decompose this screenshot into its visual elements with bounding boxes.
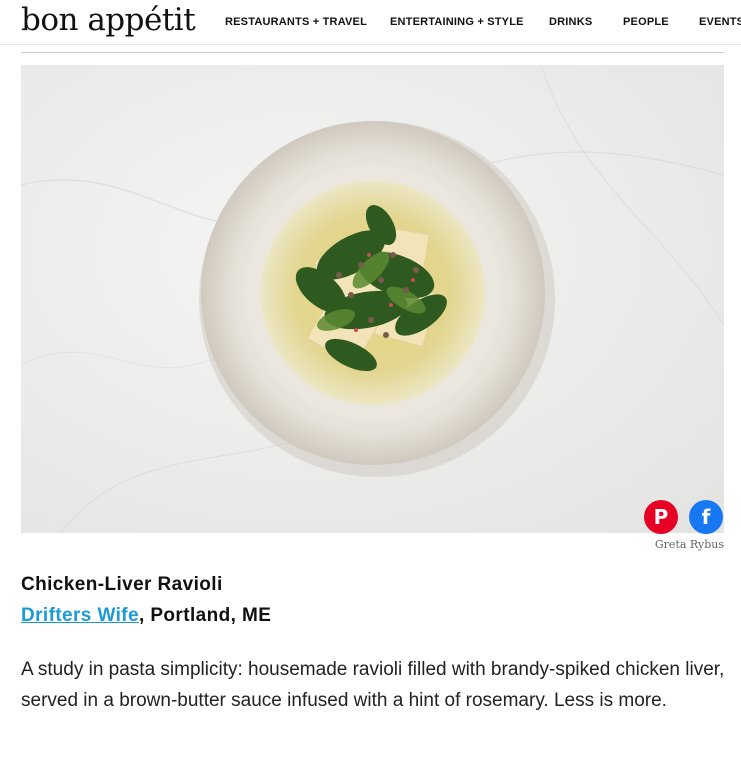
nav-drinks[interactable]: DRINKS: [549, 16, 592, 28]
dish-description: A study in pasta simplicity: housemade r…: [21, 659, 725, 711]
plate-of-ravioli-image: [21, 65, 724, 533]
dish-title: Chicken-Liver Ravioli: [21, 574, 223, 595]
restaurant-location: , Portland, ME: [139, 605, 272, 626]
facebook-icon: f: [701, 505, 711, 529]
nav-events[interactable]: EVENTS: [699, 16, 741, 28]
photo-credit: Greta Rybus: [654, 538, 724, 551]
divider: [21, 52, 724, 53]
facebook-share-button[interactable]: f: [689, 500, 723, 534]
nav-entertaining-style[interactable]: ENTERTAINING + STYLE: [390, 16, 524, 28]
site-header: bon appétit RESTAURANTS + TRAVEL ENTERTA…: [0, 0, 741, 45]
restaurant-line: Drifters Wife, Portland, ME: [21, 605, 271, 627]
restaurant-link[interactable]: Drifters Wife: [21, 605, 139, 626]
nav-people[interactable]: PEOPLE: [623, 16, 669, 28]
site-logo[interactable]: bon appétit: [21, 2, 196, 38]
dish-photo: [21, 65, 724, 533]
nav-restaurants-travel[interactable]: RESTAURANTS + TRAVEL: [225, 16, 367, 28]
pinterest-share-button[interactable]: P: [644, 500, 678, 534]
pinterest-icon: P: [653, 505, 669, 529]
